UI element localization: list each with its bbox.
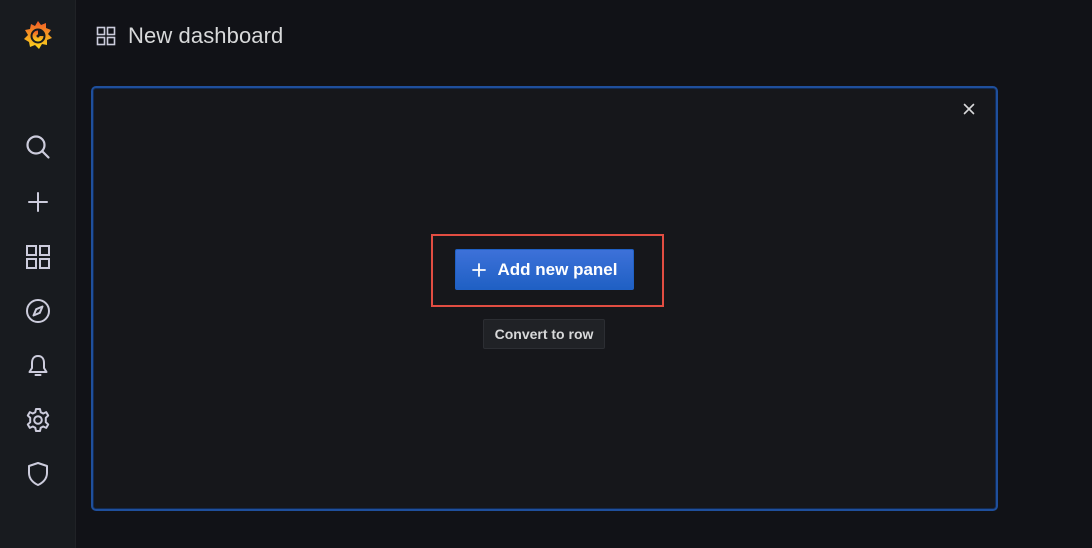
app-window: New dashboard Add new panel Convert to r… xyxy=(0,0,1092,548)
convert-to-row-label: Convert to row xyxy=(494,326,594,342)
shield-icon[interactable] xyxy=(20,456,56,492)
compass-icon[interactable] xyxy=(20,293,56,329)
plus-icon[interactable] xyxy=(20,184,56,220)
dashboards-icon[interactable] xyxy=(20,239,56,275)
dashboard-title-link[interactable]: New dashboard xyxy=(96,22,283,50)
gear-icon[interactable] xyxy=(20,402,56,438)
convert-to-row-button[interactable]: Convert to row xyxy=(483,319,605,349)
page-title: New dashboard xyxy=(128,23,284,48)
dashboard-grid-icon xyxy=(96,26,116,46)
dashboard-header: New dashboard xyxy=(76,0,1092,70)
sidebar xyxy=(0,0,76,548)
add-new-panel-button[interactable]: Add new panel xyxy=(455,249,634,290)
new-panel-placeholder: Add new panel Convert to row xyxy=(91,86,998,511)
bell-icon[interactable] xyxy=(20,348,56,384)
plus-icon xyxy=(471,262,486,277)
add-new-panel-label: Add new panel xyxy=(497,259,618,279)
grafana-logo-icon[interactable] xyxy=(20,18,56,54)
close-icon[interactable] xyxy=(960,100,978,118)
search-icon[interactable] xyxy=(20,129,56,165)
